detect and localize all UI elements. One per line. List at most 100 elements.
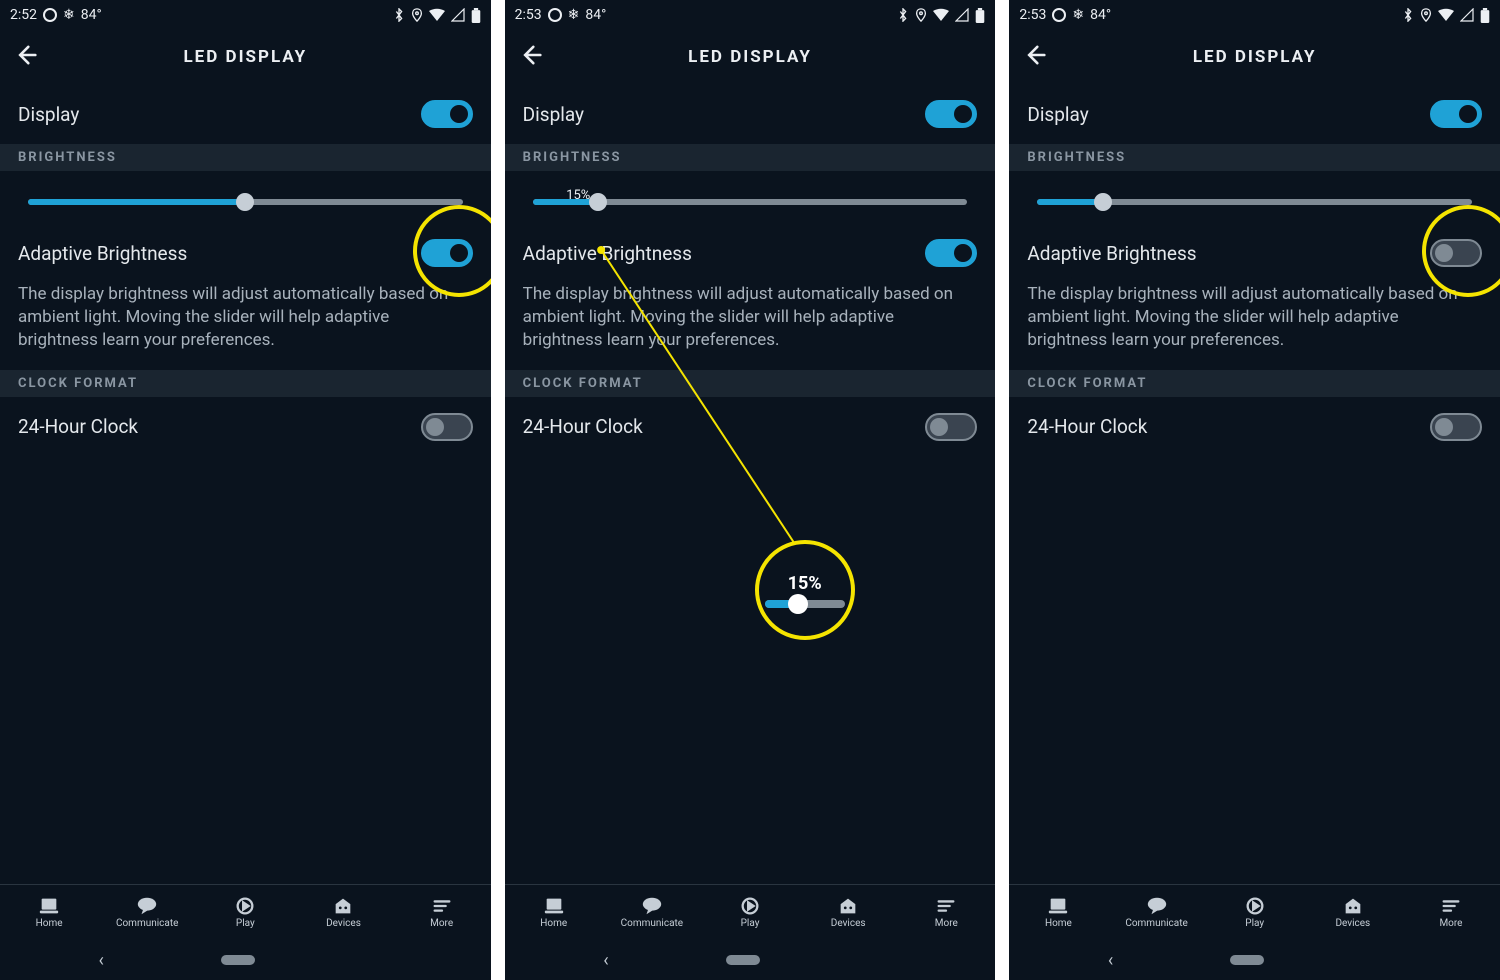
location-icon (915, 8, 927, 22)
battery-icon (471, 8, 481, 23)
clock24-label: 24-Hour Clock (1027, 415, 1147, 438)
location-icon (411, 8, 423, 22)
nav-label: Play (1245, 918, 1264, 929)
nav-play[interactable]: Play (196, 885, 294, 940)
sys-home-pill[interactable] (1230, 955, 1264, 965)
brightness-header: BRIGHTNESS (505, 144, 996, 171)
nav-label: Devices (831, 918, 866, 929)
nav-devices[interactable]: Devices (294, 885, 392, 940)
sys-back-icon[interactable]: ‹ (1108, 950, 1113, 971)
display-row: Display (1009, 84, 1500, 144)
display-toggle[interactable] (1430, 100, 1482, 128)
system-nav: ‹ (1009, 940, 1500, 980)
signal-icon (451, 8, 465, 22)
temp-text: 84° (1090, 7, 1111, 23)
nav-home[interactable]: Home (505, 885, 603, 940)
adaptive-row: Adaptive Brightness (0, 223, 491, 283)
adaptive-description: The display brightness will adjust autom… (505, 283, 996, 370)
adaptive-label: Adaptive Brightness (523, 242, 692, 265)
system-nav: ‹ (505, 940, 996, 980)
clock24-toggle[interactable] (925, 413, 977, 441)
nav-home[interactable]: Home (0, 885, 98, 940)
nav-play[interactable]: Play (1206, 885, 1304, 940)
display-label: Display (1027, 103, 1088, 126)
nav-communicate[interactable]: Communicate (1107, 885, 1205, 940)
phone-panel-1: 2:53 ❄ 84° LED DISPLAY Display BRIGHTNES… (505, 0, 996, 980)
nav-label: More (935, 918, 958, 929)
nav-label: More (1439, 918, 1462, 929)
brightness-slider[interactable] (1009, 171, 1500, 223)
nav-label: More (430, 918, 453, 929)
nav-label: Communicate (1125, 918, 1187, 929)
phone-panel-2: 2:53 ❄ 84° LED DISPLAY Display BRIGHTNES… (1009, 0, 1500, 980)
sys-back-icon[interactable]: ‹ (99, 950, 104, 971)
nav-label: Communicate (116, 918, 178, 929)
brightness-slider[interactable]: 15% (505, 171, 996, 223)
status-bar: 2:53 ❄ 84° (505, 0, 996, 30)
adaptive-toggle[interactable] (421, 239, 473, 267)
nav-devices[interactable]: Devices (799, 885, 897, 940)
clock24-toggle[interactable] (1430, 413, 1482, 441)
adaptive-toggle[interactable] (925, 239, 977, 267)
nav-more[interactable]: More (1402, 885, 1500, 940)
clock24-row: 24-Hour Clock (0, 397, 491, 457)
adaptive-description: The display brightness will adjust autom… (1009, 283, 1500, 370)
nav-label: Play (236, 918, 255, 929)
adaptive-row: Adaptive Brightness (505, 223, 996, 283)
nav-label: Communicate (621, 918, 683, 929)
clock-text: 2:52 (10, 7, 37, 23)
nav-devices[interactable]: Devices (1304, 885, 1402, 940)
clock-text: 2:53 (515, 7, 542, 23)
sys-back-icon[interactable]: ‹ (603, 950, 608, 971)
status-bar: 2:52 ❄ 84° (0, 0, 491, 30)
nav-communicate[interactable]: Communicate (98, 885, 196, 940)
location-icon (1420, 8, 1432, 22)
brightness-header: BRIGHTNESS (0, 144, 491, 171)
nav-home[interactable]: Home (1009, 885, 1107, 940)
weather-icon: ❄ (1072, 7, 1084, 23)
nav-more[interactable]: More (897, 885, 995, 940)
nav-communicate[interactable]: Communicate (603, 885, 701, 940)
adaptive-toggle[interactable] (1430, 239, 1482, 267)
clock-header: CLOCK FORMAT (0, 370, 491, 397)
nav-label: Home (1045, 918, 1072, 929)
bluetooth-icon (393, 8, 405, 22)
header: LED DISPLAY (0, 30, 491, 84)
sys-home-pill[interactable] (221, 955, 255, 965)
temp-text: 84° (585, 7, 606, 23)
phone-panel-0: 2:52 ❄ 84° LED DISPLAY (0, 0, 491, 980)
display-toggle[interactable] (925, 100, 977, 128)
brightness-slider[interactable] (0, 171, 491, 223)
page-title: LED DISPLAY (505, 47, 996, 67)
nav-more[interactable]: More (393, 885, 491, 940)
signal-icon (955, 8, 969, 22)
nav-label: Devices (1335, 918, 1370, 929)
nav-play[interactable]: Play (701, 885, 799, 940)
assistant-icon (548, 8, 562, 22)
signal-icon (1460, 8, 1474, 22)
brightness-header: BRIGHTNESS (1009, 144, 1500, 171)
adaptive-row: Adaptive Brightness (1009, 223, 1500, 283)
nav-label: Devices (326, 918, 361, 929)
clock-header: CLOCK FORMAT (1009, 370, 1500, 397)
bottom-nav: Home Communicate Play Devices More (1009, 884, 1500, 940)
bluetooth-icon (1402, 8, 1414, 22)
assistant-icon (1052, 8, 1066, 22)
bluetooth-icon (897, 8, 909, 22)
clock24-label: 24-Hour Clock (18, 415, 138, 438)
page-title: LED DISPLAY (0, 47, 491, 67)
clock-text: 2:53 (1019, 7, 1046, 23)
assistant-icon (43, 8, 57, 22)
bottom-nav: Home Communicate Play Devices More (505, 884, 996, 940)
wifi-icon (1438, 8, 1454, 22)
clock24-label: 24-Hour Clock (523, 415, 643, 438)
nav-label: Play (741, 918, 760, 929)
nav-label: Home (540, 918, 567, 929)
sys-home-pill[interactable] (726, 955, 760, 965)
weather-icon: ❄ (63, 7, 75, 23)
display-row: Display (505, 84, 996, 144)
clock24-toggle[interactable] (421, 413, 473, 441)
display-toggle[interactable] (421, 100, 473, 128)
display-label: Display (523, 103, 584, 126)
display-label: Display (18, 103, 79, 126)
